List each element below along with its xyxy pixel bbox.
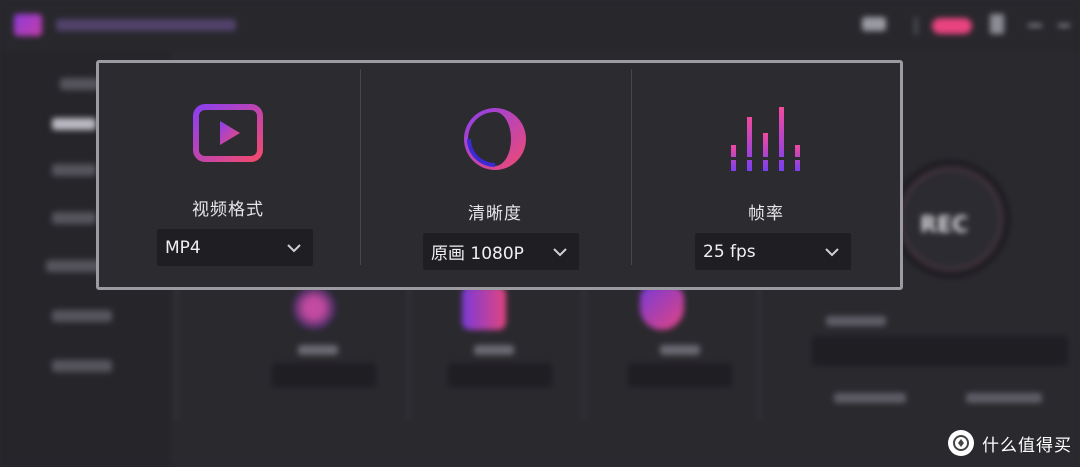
sidebar-item[interactable] xyxy=(52,310,112,322)
microphone-label xyxy=(660,345,700,355)
change-dir-button[interactable] xyxy=(966,393,1042,403)
sidebar-item[interactable] xyxy=(52,164,96,176)
sidebar-item[interactable] xyxy=(46,260,102,272)
clarity-label: 清晰度 xyxy=(468,204,522,224)
webcam-label xyxy=(298,345,338,355)
chevron-down-icon xyxy=(287,243,301,252)
microphone-select[interactable] xyxy=(628,363,732,387)
watermark-text: 什么值得买 xyxy=(982,435,1072,456)
menu-icon[interactable] xyxy=(1028,24,1042,27)
sidebar-item[interactable] xyxy=(60,78,100,90)
chevron-down-icon xyxy=(825,247,839,256)
save-path-label xyxy=(826,316,886,326)
speaker-label xyxy=(474,345,514,355)
save-path-field[interactable] xyxy=(812,336,1068,366)
clarity-dropdown[interactable]: 原画 1080P xyxy=(423,233,579,270)
clarity-value: 原画 1080P xyxy=(431,244,524,264)
fps-dropdown[interactable]: 25 fps xyxy=(695,233,851,270)
clarity-column: 清晰度 原画 1080P xyxy=(361,63,631,287)
watermark: 什么值得买 xyxy=(948,430,1072,456)
app-logo xyxy=(14,14,42,36)
chevron-down-icon xyxy=(553,247,567,256)
microphone-icon xyxy=(640,286,684,330)
fps-value: 25 fps xyxy=(703,241,756,262)
webcam-icon xyxy=(292,286,336,330)
fps-column: 帧率 25 fps xyxy=(632,63,900,287)
sidebar-item[interactable] xyxy=(52,118,96,130)
sidebar-item[interactable] xyxy=(52,360,112,372)
format-value: MP4 xyxy=(165,237,201,258)
video-play-icon xyxy=(192,103,266,171)
format-column: 视频格式 MP4 xyxy=(99,63,360,287)
fps-label: 帧率 xyxy=(748,204,784,224)
divider xyxy=(176,280,178,420)
app-title xyxy=(56,19,236,31)
divider xyxy=(758,280,760,420)
open-folder-button[interactable] xyxy=(834,393,906,403)
recording-settings-panel: 视频格式 MP4 清晰度 原画 1080P 帧率 25 fps xyxy=(96,60,903,290)
settings-icon[interactable] xyxy=(990,14,1004,34)
titlebar-separator xyxy=(914,17,918,35)
clarity-half-circle-icon xyxy=(461,105,529,177)
record-button-label: REC xyxy=(920,213,969,238)
divider xyxy=(408,280,410,420)
titlebar-text-button[interactable] xyxy=(862,17,886,31)
speaker-icon xyxy=(462,286,506,330)
divider xyxy=(583,280,585,420)
title-bar xyxy=(0,0,1080,52)
webcam-select[interactable] xyxy=(272,363,376,387)
vip-badge-button[interactable] xyxy=(932,18,972,34)
equalizer-bars-icon xyxy=(728,105,804,175)
format-dropdown[interactable]: MP4 xyxy=(157,229,313,266)
speaker-select[interactable] xyxy=(448,363,552,387)
sidebar-item[interactable] xyxy=(52,212,96,224)
minimize-icon[interactable] xyxy=(1058,24,1070,27)
format-label: 视频格式 xyxy=(192,200,264,220)
watermark-logo xyxy=(948,430,974,456)
